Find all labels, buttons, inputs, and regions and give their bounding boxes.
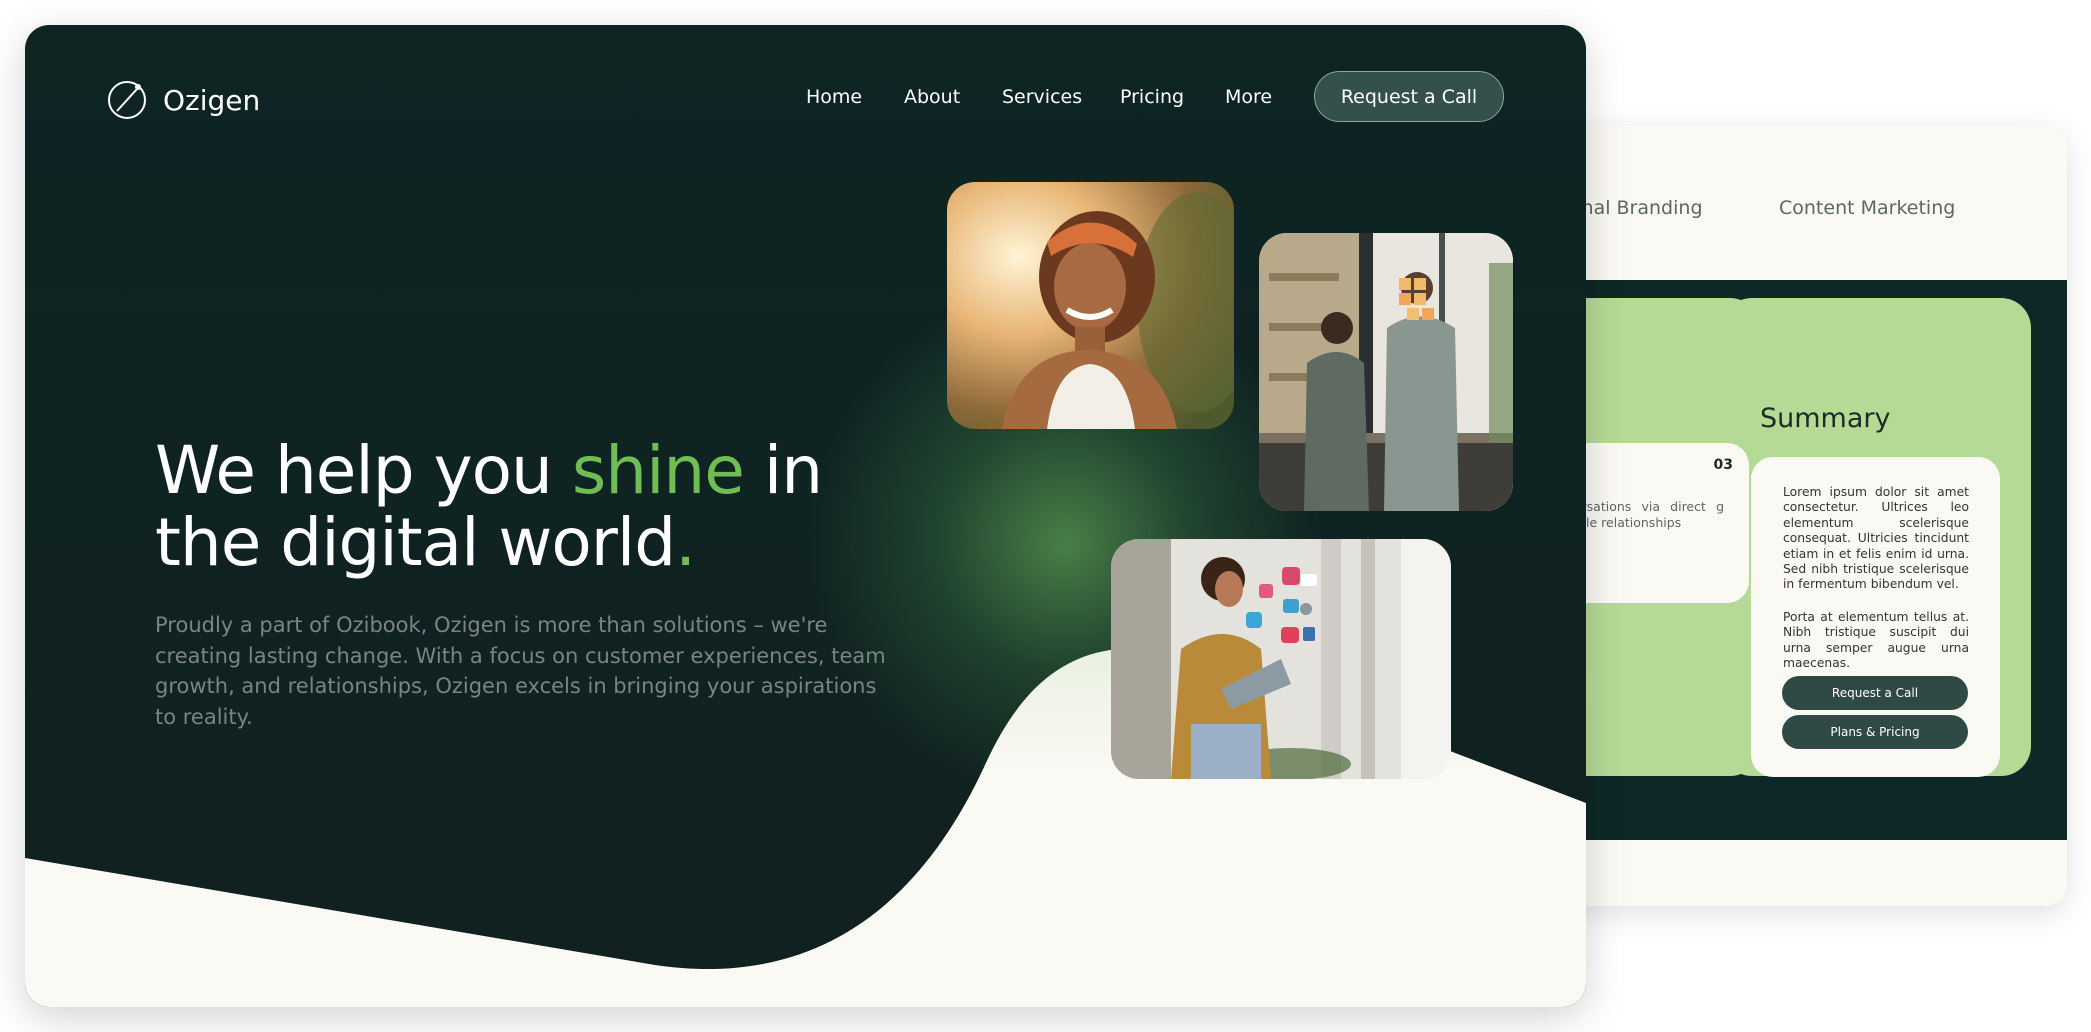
services-tabs: sonal Branding Content Marketing xyxy=(1560,125,2067,280)
headline-text: We help you xyxy=(155,432,572,509)
tab-content-marketing[interactable]: Content Marketing xyxy=(1779,197,1955,219)
headline-accent-word: shine xyxy=(571,432,745,509)
summary-card: Lorem ipsum dolor sit amet consectetur. … xyxy=(1751,457,2000,777)
team-sticky-notes-photo-icon xyxy=(1259,233,1513,511)
nav-home[interactable]: Home xyxy=(806,86,862,108)
summary-paragraph-1: Lorem ipsum dolor sit amet consectetur. … xyxy=(1783,485,1969,592)
nav-about[interactable]: About xyxy=(904,86,960,108)
summary-request-call-button[interactable]: Request a Call xyxy=(1782,676,1968,710)
secondary-page-preview: sonal Branding Content Marketing 03 conv… xyxy=(1560,125,2067,906)
nav-services[interactable]: Services xyxy=(1002,86,1082,108)
hero-headline: We help you shine in the digital world. xyxy=(155,435,935,579)
hero-section: Ozigen Home About Services Pricing More … xyxy=(25,25,1586,1007)
request-call-button[interactable]: Request a Call xyxy=(1314,71,1504,122)
nav-more[interactable]: More xyxy=(1225,86,1272,108)
summary-title: Summary xyxy=(1760,403,1891,434)
hero-subtext: Proudly a part of Ozibook, Ozigen is mor… xyxy=(155,613,886,729)
photo-woman-tablet xyxy=(1111,539,1451,779)
ozigen-logo-icon xyxy=(108,81,146,119)
summary-paragraph-2: Porta at elementum tellus at. Nibh trist… xyxy=(1783,610,1969,671)
nav-pricing[interactable]: Pricing xyxy=(1120,86,1184,108)
photo-team-sticky-notes xyxy=(1259,233,1513,511)
service-card: 03 conversations via direct g voluable r… xyxy=(1560,443,1749,603)
photo-smiling-woman xyxy=(947,182,1234,429)
brand-name: Ozigen xyxy=(163,83,261,117)
brand-logo[interactable]: Ozigen xyxy=(105,78,260,122)
woman-tablet-social-photo-icon xyxy=(1111,539,1451,779)
headline-dot: . xyxy=(675,504,696,581)
smiling-woman-photo-icon xyxy=(947,182,1234,429)
plans-pricing-button[interactable]: Plans & Pricing xyxy=(1782,715,1968,749)
card-number: 03 xyxy=(1713,457,1733,473)
